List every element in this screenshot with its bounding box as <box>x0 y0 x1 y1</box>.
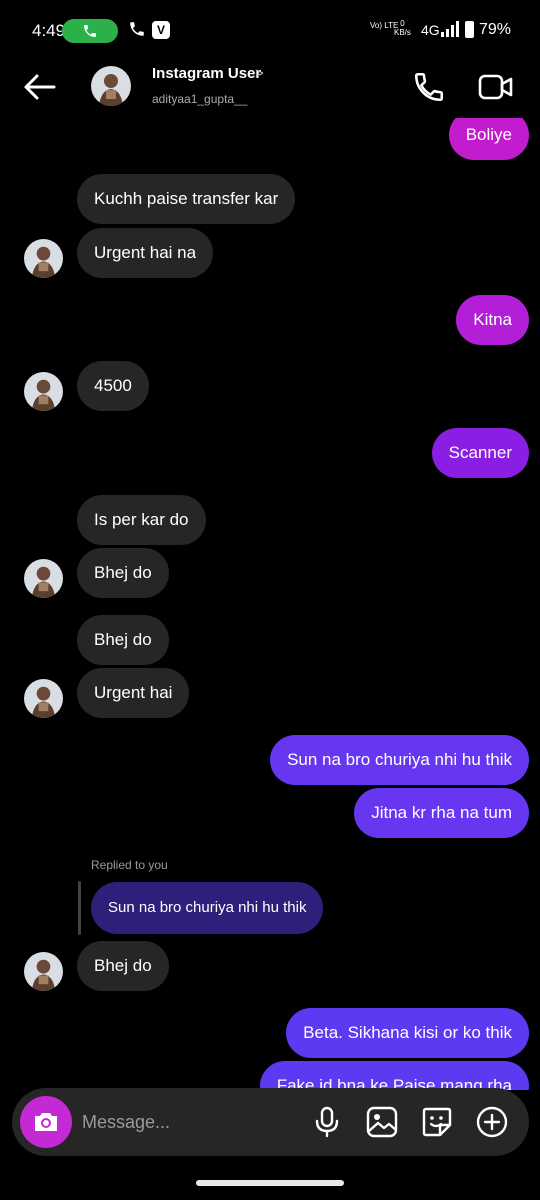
chat-header: Instagram User > adityaa1_gupta__ <box>0 62 540 118</box>
data-speed: 0 KB/s <box>394 19 411 37</box>
sender-avatar[interactable] <box>24 559 63 598</box>
reply-indicator-bar <box>78 881 81 935</box>
message-input[interactable] <box>82 1106 282 1138</box>
message-incoming[interactable]: Kuchh paise transfer kar <box>77 174 296 224</box>
sender-avatar[interactable] <box>24 679 63 718</box>
sender-avatar[interactable] <box>24 952 63 991</box>
microphone-icon[interactable] <box>310 1105 344 1139</box>
phone-icon <box>130 22 144 36</box>
quoted-message[interactable]: Sun na bro churiya nhi hu thik <box>91 882 324 934</box>
data-speed-value: 0 <box>400 19 405 28</box>
status-time: 4:49 <box>32 21 66 40</box>
message-list[interactable]: Boliye Kuchh paise transfer kar Urgent h… <box>0 118 540 1090</box>
message-composer <box>12 1088 529 1156</box>
message-incoming[interactable]: Is per kar do <box>77 495 206 545</box>
status-bar: 4:49 V Vo) LTE 0 KB/s 4G 79% <box>0 0 540 62</box>
camera-icon <box>35 1113 57 1131</box>
sticker-icon[interactable] <box>420 1105 454 1139</box>
data-speed-unit: KB/s <box>394 28 411 37</box>
v-app-icon: V <box>152 21 170 39</box>
message-incoming[interactable]: Bhej do <box>77 941 169 991</box>
avatar-photo <box>24 679 63 718</box>
add-icon[interactable] <box>475 1105 509 1139</box>
message-incoming[interactable]: Bhej do <box>77 548 169 598</box>
message-outgoing[interactable]: Scanner <box>431 428 529 478</box>
message-outgoing[interactable]: Jitna kr rha na tum <box>354 788 529 838</box>
message-incoming[interactable]: 4500 <box>77 361 149 411</box>
chat-screen: 4:49 V Vo) LTE 0 KB/s 4G 79% Instagram Us… <box>0 0 540 1200</box>
contact-handle: adityaa1_gupta__ <box>152 92 248 106</box>
contact-avatar[interactable] <box>91 66 131 106</box>
voice-call-icon[interactable] <box>412 70 446 104</box>
avatar-photo <box>24 239 63 278</box>
reply-label: Replied to you <box>91 858 168 872</box>
message-incoming[interactable]: Urgent hai na <box>77 228 214 278</box>
message-outgoing[interactable]: Boliye <box>448 118 529 160</box>
avatar-photo <box>24 372 63 411</box>
message-incoming[interactable]: Bhej do <box>77 615 169 665</box>
signal-icon <box>441 21 459 37</box>
message-incoming[interactable]: Urgent hai <box>77 668 190 718</box>
battery-icon <box>465 21 474 38</box>
navigation-handle[interactable] <box>196 1180 344 1186</box>
message-outgoing[interactable]: Kitna <box>456 295 529 345</box>
network-type: 4G <box>421 22 440 38</box>
avatar-photo <box>24 559 63 598</box>
contact-name[interactable]: Instagram User <box>152 65 261 82</box>
chevron-right-icon: > <box>255 65 264 82</box>
avatar-photo <box>24 952 63 991</box>
camera-button[interactable] <box>20 1096 72 1148</box>
message-outgoing[interactable]: Fake id bna ke Paise mang rha <box>259 1061 529 1090</box>
video-call-icon[interactable] <box>478 70 514 104</box>
message-outgoing[interactable]: Sun na bro churiya nhi hu thik <box>270 735 529 785</box>
battery-level: 79% <box>479 21 512 38</box>
phone-wifi-icon <box>84 25 96 37</box>
sender-avatar[interactable] <box>24 372 63 411</box>
avatar-photo <box>91 66 131 106</box>
sender-avatar[interactable] <box>24 239 63 278</box>
message-outgoing[interactable]: Beta. Sikhana kisi or ko thik <box>286 1008 529 1058</box>
back-arrow-icon[interactable] <box>22 72 56 102</box>
ongoing-call-pill[interactable] <box>62 19 118 43</box>
gallery-icon[interactable] <box>365 1105 399 1139</box>
